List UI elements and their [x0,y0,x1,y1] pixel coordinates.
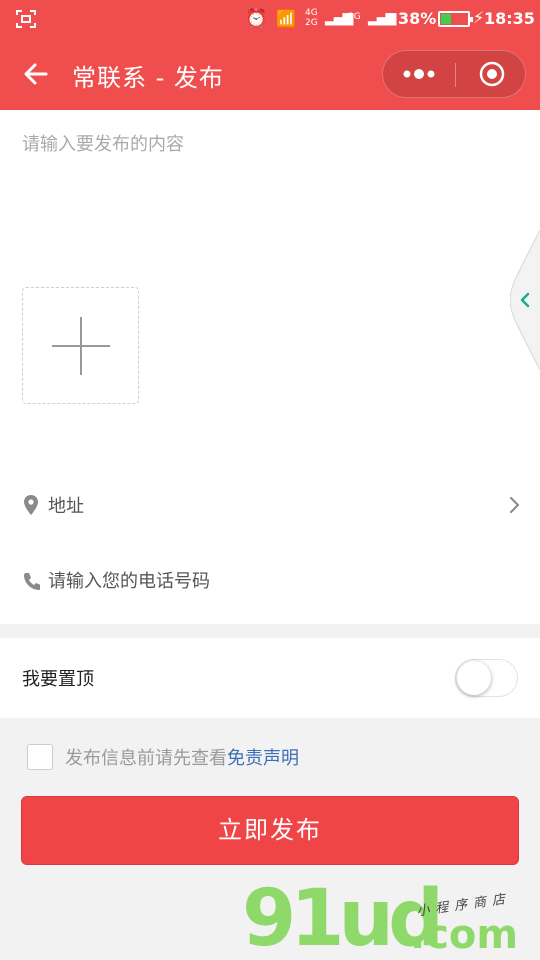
pin-to-top-row: 我要置顶 [0,638,540,718]
address-row[interactable]: 地址 [0,476,540,536]
network-type-1: 4G 2G [305,8,318,28]
location-pin-icon [24,495,38,515]
watermark-logo: 91ud [242,874,444,960]
switch-knob [457,661,491,695]
more-options-icon[interactable] [383,51,455,97]
signal-bars-icon: ▂▄▆ [368,10,396,26]
phone-icon [24,573,40,590]
charging-icon: ⚡ [473,8,485,27]
agree-checkbox[interactable] [27,744,53,770]
plus-icon [80,317,82,375]
publish-button[interactable]: 立即发布 [21,796,519,865]
chevron-right-icon [510,497,519,513]
battery-icon [438,11,473,27]
phone-input[interactable] [48,564,488,598]
page-title: 常联系 - 发布 [72,64,224,92]
pin-to-top-switch[interactable] [455,659,518,697]
add-image-button[interactable] [22,287,139,404]
network-type-2: 2G [348,12,361,22]
address-label: 地址 [48,496,84,517]
clock: 18:35 [484,9,535,28]
status-bar: ⏰ 📶 4G 2G ▂▄▆ 2G ▂▄▆ 38% ⚡ 18:35 [0,0,540,38]
content-input[interactable] [22,130,502,270]
pin-to-top-label: 我要置顶 [22,669,94,690]
watermark: 91ud 小程序商店 .com [240,874,540,960]
phone-row [0,552,540,612]
miniprogram-capsule [382,50,526,98]
close-miniprogram-icon[interactable] [456,51,526,97]
battery-fill [441,14,451,24]
disclaimer-agreement: 发布信息前请先查看 免责声明 [0,732,540,778]
wifi-icon: 📶 [276,9,296,28]
side-drawer-handle[interactable] [510,230,540,370]
navigation-bar: 常联系 - 发布 [0,38,540,110]
scan-icon [16,10,36,28]
agree-text: 发布信息前请先查看 [65,748,227,769]
disclaimer-link[interactable]: 免责声明 [227,744,299,770]
back-arrow-icon[interactable] [20,58,52,90]
watermark-domain: .com [410,912,519,958]
alarm-icon: ⏰ [245,8,268,29]
post-content-card: 地址 [0,110,540,624]
battery-percent: 38% [398,9,437,28]
